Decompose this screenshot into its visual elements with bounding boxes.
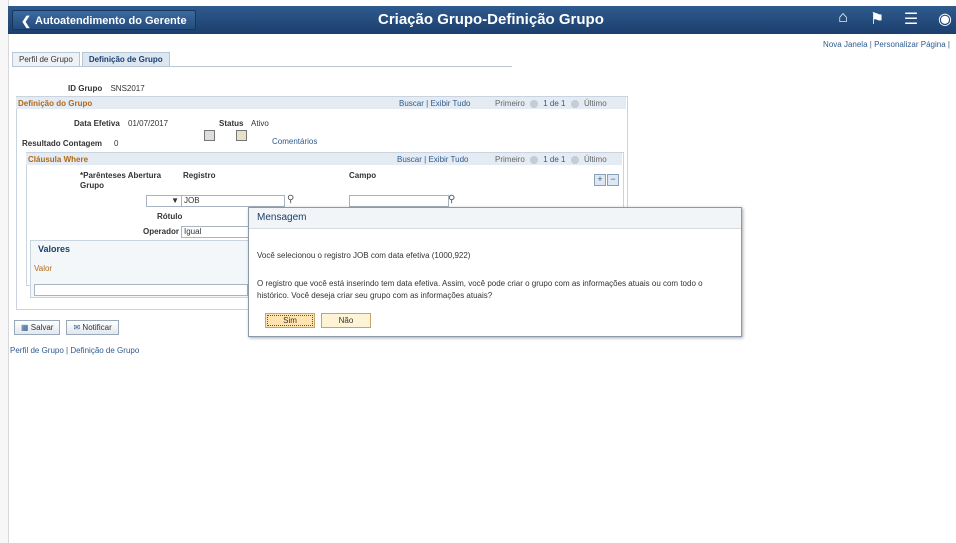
navbar-icon[interactable]: ◉ <box>934 9 956 29</box>
dialog-line-1: Você selecionou o registro JOB com data … <box>257 251 471 260</box>
tab-group-definition[interactable]: Definição de Grupo <box>81 52 170 66</box>
dialog-title: Mensagem <box>249 208 741 229</box>
separator: | <box>426 99 429 108</box>
find-link[interactable]: Buscar <box>397 155 422 164</box>
document-icon[interactable] <box>236 130 247 141</box>
no-button[interactable]: Não <box>321 313 371 328</box>
comments-link[interactable]: Comentários <box>272 137 317 146</box>
message-dialog: Mensagem Você selecionou o registro JOB … <box>248 207 742 337</box>
add-row-icon[interactable]: + <box>594 174 606 186</box>
page-tabs: Perfil de Grupo Definição de Grupo <box>12 52 170 66</box>
customize-page-link[interactable]: Personalizar Página <box>874 40 946 49</box>
yes-button[interactable]: Sim <box>265 313 315 328</box>
page-links: Nova Janela | Personalizar Página | <box>823 40 950 49</box>
group-id-row: ID Grupo SNS2017 <box>68 84 145 93</box>
group-profile-link[interactable]: Perfil de Grupo <box>10 346 64 355</box>
parenthesis-select[interactable]: ▼ <box>146 195 182 207</box>
group-definition-link[interactable]: Definição de Grupo <box>70 346 139 355</box>
dialog-line-2: O registro que você está inserindo tem d… <box>257 279 703 288</box>
flag-icon[interactable]: ⚑ <box>866 9 888 29</box>
separator: | <box>66 346 69 355</box>
record-column: Registro <box>183 171 216 180</box>
previous-icon[interactable] <box>530 155 539 164</box>
definition-nav-links: Buscar | Exibir Tudo <box>399 99 470 108</box>
view-all-link[interactable]: Exibir Tudo <box>430 99 470 108</box>
previous-icon[interactable] <box>530 99 539 108</box>
open-parenthesis-column: *Parênteses Abertura Grupo <box>80 171 162 190</box>
save-icon: ▦ <box>21 323 29 332</box>
next-icon[interactable] <box>570 99 579 108</box>
separator: | <box>424 155 427 164</box>
page-title: Criação Grupo-Definição Grupo <box>378 11 604 28</box>
group-id-value: SNS2017 <box>110 84 145 93</box>
where-paging: Primeiro 1 de 1 Último <box>495 155 607 164</box>
where-clause-title: Cláusula Where <box>28 155 89 164</box>
window-left-border <box>0 0 9 543</box>
definition-title: Definição do Grupo <box>18 99 93 108</box>
first-label: Primeiro <box>495 99 525 108</box>
value-column: Valor <box>34 264 53 273</box>
top-navigation-bar: ❮ Autoatendimento do Gerente Criação Gru… <box>8 6 956 34</box>
header-actions: ⌂ ⚑ ☰ ◉ <box>832 9 956 29</box>
operator-select[interactable]: Igual <box>181 226 249 238</box>
value-input[interactable] <box>34 284 248 296</box>
bottom-links: Perfil de Grupo | Definição de Grupo <box>10 346 139 355</box>
next-icon[interactable] <box>570 155 579 164</box>
menu-icon[interactable]: ☰ <box>900 9 922 29</box>
save-button[interactable]: ▦ Salvar <box>14 320 61 335</box>
definition-paging: Primeiro 1 de 1 Último <box>495 99 607 108</box>
result-count-label: Resultado Contagem <box>22 139 103 148</box>
notify-button-label: Notificar <box>82 323 112 332</box>
result-count-value: 0 <box>114 139 119 148</box>
find-link[interactable]: Buscar <box>399 99 424 108</box>
page-indicator: 1 de 1 <box>543 99 566 108</box>
last-label: Último <box>583 155 607 164</box>
search-icon[interactable]: ⚲ <box>287 194 294 205</box>
status-value: Ativo <box>251 119 269 128</box>
values-title: Valores <box>38 244 71 254</box>
first-label: Primeiro <box>495 155 525 164</box>
page-indicator: 1 de 1 <box>543 155 566 164</box>
group-id-label: ID Grupo <box>68 84 103 93</box>
effective-date-label: Data Efetiva <box>74 119 120 128</box>
tab-group-profile[interactable]: Perfil de Grupo <box>12 52 80 66</box>
tab-divider <box>12 66 512 67</box>
back-button[interactable]: ❮ Autoatendimento do Gerente <box>12 10 196 30</box>
status-label: Status <box>219 119 244 128</box>
label-field-label: Rótulo <box>157 212 183 221</box>
separator: | <box>869 40 872 49</box>
view-all-link[interactable]: Exibir Tudo <box>428 155 468 164</box>
action-buttons: ▦ Salvar ✉ Notificar <box>14 320 119 335</box>
calculator-icon[interactable] <box>204 130 215 141</box>
field-column: Campo <box>349 171 377 180</box>
separator: | <box>947 40 950 49</box>
chevron-left-icon: ❮ <box>21 14 32 28</box>
mail-icon: ✉ <box>73 323 81 332</box>
dialog-line-3: histórico. Você deseja criar seu grupo c… <box>257 291 493 300</box>
search-icon[interactable]: ⚲ <box>448 194 455 205</box>
notify-button[interactable]: ✉ Notificar <box>66 320 119 335</box>
new-window-link[interactable]: Nova Janela <box>823 40 867 49</box>
record-input[interactable]: JOB <box>181 195 285 207</box>
field-input[interactable] <box>349 195 449 207</box>
delete-row-icon[interactable]: − <box>607 174 619 186</box>
where-nav-links: Buscar | Exibir Tudo <box>397 155 468 164</box>
back-button-label: Autoatendimento do Gerente <box>35 15 187 27</box>
last-label: Último <box>583 99 607 108</box>
chevron-down-icon: ▼ <box>171 196 179 205</box>
effective-date-value: 01/07/2017 <box>128 119 169 128</box>
home-icon[interactable]: ⌂ <box>832 9 854 29</box>
save-button-label: Salvar <box>30 323 54 332</box>
operator-label: Operador <box>143 227 180 236</box>
